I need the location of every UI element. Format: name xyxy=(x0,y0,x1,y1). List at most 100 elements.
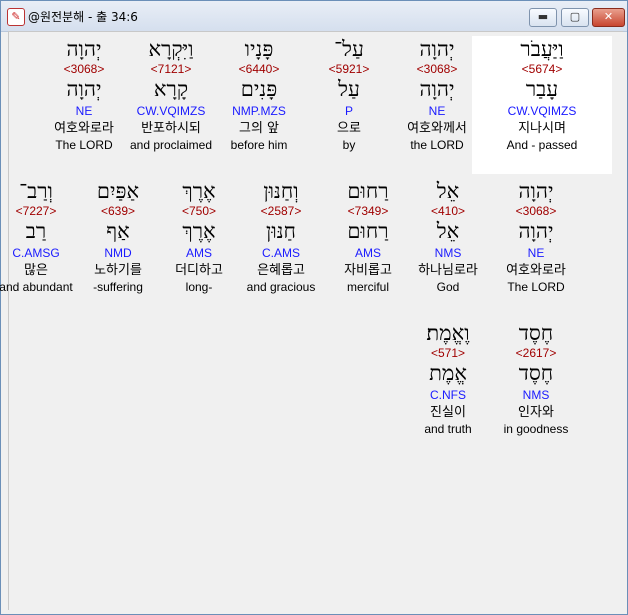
lemma-word: רַב xyxy=(25,219,47,243)
korean-gloss: 지나시며 xyxy=(518,121,566,136)
lemma-word: יְהוָה xyxy=(419,77,455,101)
lemma-word: קָרָא xyxy=(153,77,189,101)
korean-gloss: 많은 xyxy=(24,263,48,278)
english-gloss: before him xyxy=(230,138,288,152)
hebrew-word: וְחַנּוּן xyxy=(263,179,299,203)
window-title: @원전분해 - 출 34:6 xyxy=(28,10,138,24)
lemma-word: רַחוּם xyxy=(347,219,389,243)
strong-number: <750> xyxy=(181,204,217,218)
hebrew-word: וַיִּקְרָא xyxy=(148,37,194,61)
word-cell[interactable]: וֶאֱמֶת׃ <571> אֱמֶת C.NFS 진실이 and truth xyxy=(403,320,493,436)
word-cell[interactable]: עַל־ <5921> עַל P 으로 by xyxy=(304,36,394,152)
strong-number: <2587> xyxy=(260,204,302,218)
lemma-word: אַף xyxy=(106,219,130,243)
morphology-code: NMS xyxy=(522,388,550,402)
word-cell[interactable]: חֶסֶד <2617> חֶסֶד NMS 인자와 in goodness xyxy=(491,320,581,436)
english-gloss: merciful xyxy=(346,280,389,294)
korean-gloss: 그의 앞 xyxy=(238,121,279,136)
word-cell[interactable]: יְהוָה <3068> יְהוָה NE 여호와로라 The LORD xyxy=(491,178,581,294)
title-bar[interactable]: ✎ @원전분해 - 출 34:6 ▬ ▢ ✕ xyxy=(1,1,627,32)
word-analysis-panel: וַיַּעֲבֹר <5674> עָבַר CW.VQIMZS 지나시며 And - … xyxy=(0,31,623,610)
app-window: ✎ @원전분해 - 출 34:6 ▬ ▢ ✕ וַיַּעֲבֹר <5674> ע… xyxy=(0,0,628,615)
english-gloss: -suffering xyxy=(93,280,143,294)
english-gloss: by xyxy=(342,138,356,152)
english-gloss: and abundant xyxy=(0,280,73,294)
strong-number: <6440> xyxy=(238,62,280,76)
korean-gloss: 으로 xyxy=(337,121,361,136)
english-gloss: and gracious xyxy=(246,280,316,294)
lemma-word: פָּנִים xyxy=(240,77,278,101)
morphology-code: CW.VQIMZS xyxy=(136,104,206,118)
lemma-word: עַל xyxy=(338,77,360,101)
morphology-code: NMD xyxy=(104,246,132,260)
strong-number: <5674> xyxy=(521,62,563,76)
morphology-code: AMS xyxy=(185,246,212,260)
word-cell[interactable]: רַחוּם <7349> רַחוּם AMS 자비롭고 merciful xyxy=(323,178,413,294)
word-cell[interactable]: וַיַּעֲבֹר <5674> עָבַר CW.VQIMZS 지나시며 And - … xyxy=(472,36,612,174)
strong-number: <5921> xyxy=(328,62,370,76)
strong-number: <410> xyxy=(430,204,466,218)
hebrew-word: אֵל xyxy=(436,179,460,203)
minimize-button[interactable]: ▬ xyxy=(529,8,557,27)
strong-number: <639> xyxy=(100,204,136,218)
hebrew-word: אֶרֶךְ xyxy=(182,179,216,203)
english-gloss: the LORD xyxy=(410,138,464,152)
lemma-word: יְהוָה xyxy=(66,77,102,101)
strong-number: <3068> xyxy=(515,204,557,218)
korean-gloss: 은혜롭고 xyxy=(257,263,305,278)
word-cell[interactable]: יְהוָה <3068> יְהוָה NE 여호와께서 the LORD xyxy=(392,36,482,152)
lemma-word: חֶסֶד xyxy=(518,361,554,385)
hebrew-word: עַל־ xyxy=(334,37,364,61)
strong-number: <2617> xyxy=(515,346,557,360)
word-cell[interactable]: אֶרֶךְ <750> אֶרֶךְ AMS 더디하고 long- xyxy=(154,178,244,294)
lemma-word: עָבַר xyxy=(525,77,559,101)
english-gloss: The LORD xyxy=(507,280,565,294)
morphology-code: NE xyxy=(527,246,545,260)
hebrew-word: חֶסֶד xyxy=(518,321,554,345)
lemma-word: יְהוָה xyxy=(518,219,554,243)
morphology-code: NE xyxy=(428,104,446,118)
korean-gloss: 하나님로라 xyxy=(418,263,478,278)
close-button[interactable]: ✕ xyxy=(592,8,625,27)
lemma-word: חַנּוּן xyxy=(266,219,296,243)
word-cell[interactable]: אַפַּיִם <639> אַף NMD 노하기를 -suffering xyxy=(73,178,163,294)
word-cell[interactable]: אֵל <410> אֵל NMS 하나님로라 God xyxy=(403,178,493,294)
hebrew-word: וַיַּעֲבֹר xyxy=(520,37,564,61)
word-cell[interactable]: וְרַב־ <7227> רַב C.AMSG 많은 and abundant xyxy=(0,178,81,294)
english-gloss: God xyxy=(436,280,460,294)
english-gloss: long- xyxy=(185,280,213,294)
word-cell[interactable]: פָּנָיו <6440> פָּנִים NMP.MZS 그의 앞 before hi… xyxy=(214,36,304,152)
word-cell[interactable]: וְחַנּוּן <2587> חַנּוּן C.AMS 은혜롭고 and graci… xyxy=(236,178,326,294)
pen-app-icon[interactable]: ✎ xyxy=(7,8,25,26)
morphology-code: C.AMSG xyxy=(12,246,60,260)
morphology-code: CW.VQIMZS xyxy=(507,104,577,118)
lemma-word: אֱמֶת xyxy=(429,361,467,385)
morphology-code: AMS xyxy=(354,246,381,260)
strong-number: <3068> xyxy=(63,62,105,76)
morphology-code: C.AMS xyxy=(261,246,300,260)
english-gloss: in goodness xyxy=(503,422,569,436)
maximize-button[interactable]: ▢ xyxy=(561,8,589,27)
hebrew-word: יְהוָה xyxy=(66,37,102,61)
hebrew-word: וְרַב־ xyxy=(19,179,53,203)
hebrew-word: אַפַּיִם xyxy=(96,179,140,203)
morphology-code: C.NFS xyxy=(430,388,466,402)
strong-number: <7349> xyxy=(347,204,389,218)
english-gloss: The LORD xyxy=(55,138,113,152)
strong-number: <3068> xyxy=(416,62,458,76)
korean-gloss: 더디하고 xyxy=(175,263,223,278)
korean-gloss: 인자와 xyxy=(518,405,554,420)
korean-gloss: 노하기를 xyxy=(94,263,142,278)
word-cell[interactable]: וַיִּקְרָא <7121> קָרָא CW.VQIMZS 반포하시되 and p… xyxy=(126,36,216,152)
strong-number: <571> xyxy=(430,346,466,360)
word-cell[interactable]: יְהוָה <3068> יְהוָה NE 여호와로라 The LORD xyxy=(39,36,129,152)
strong-number: <7121> xyxy=(150,62,192,76)
morphology-code: NE xyxy=(75,104,93,118)
hebrew-word: וֶאֱמֶת׃ xyxy=(426,321,470,345)
english-gloss: and proclaimed xyxy=(129,138,213,152)
hebrew-word: פָּנָיו xyxy=(244,37,274,61)
korean-gloss: 여호와께서 xyxy=(407,121,467,136)
lemma-word: אֶרֶךְ xyxy=(182,219,216,243)
korean-gloss: 여호와로라 xyxy=(506,263,566,278)
korean-gloss: 여호와로라 xyxy=(54,121,114,136)
